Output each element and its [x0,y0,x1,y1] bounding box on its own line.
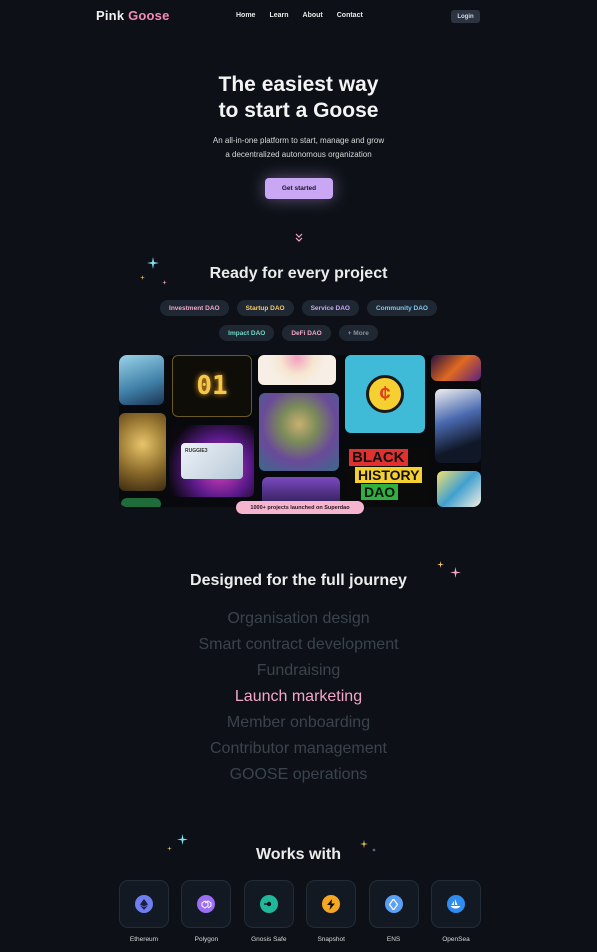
top-nav: Pink Goose Home Learn About Contact Logi… [0,0,597,32]
hero-subtitle: An all-in-one platform to start, manage … [0,134,597,162]
project-gallery: 01 RUGGIE3 ¢ BLACK HISTORY DAO [119,355,481,507]
integration-polygon[interactable]: Polygon [181,880,232,943]
journey-item[interactable]: Member onboarding [0,710,597,736]
gallery-tile-skull-art [435,389,481,463]
ens-icon [384,895,403,913]
sparkle-icon [437,561,444,568]
integration-snapshot[interactable]: Snapshot [306,880,357,943]
tag-more[interactable]: + More [338,325,378,341]
integration-label: ENS [386,936,401,943]
hero-subtitle-line1: An all-in-one platform to start, manage … [212,136,385,145]
integrations-row: Ethereum Polygon Gnosis Safe Snapshot EN… [119,880,481,943]
gallery-tile-cent-coin: ¢ [345,355,425,433]
integration-label: Ethereum [129,936,159,943]
project-tags-row1: Investment DAO Startup DAO Service DAO C… [0,300,597,316]
gallery-tile-psychedelic-goat [259,393,339,471]
journey-item[interactable]: Organisation design [0,606,597,632]
gallery-tile-01-neon: 01 [172,355,252,417]
sparkle-icon [177,834,188,845]
gallery-tile-mandala [258,355,336,385]
integration-ens[interactable]: ENS [368,880,419,943]
gallery-tile-swirl [437,471,481,507]
integration-card[interactable] [119,880,169,928]
gallery-01-text: 01 [196,371,228,401]
integration-gnosis-safe[interactable]: Gnosis Safe [243,880,294,943]
works-with-title: Works with [255,846,342,863]
gallery-tile-blue-statue [119,355,164,405]
logo-text-pink: Pink [96,8,125,23]
projects-launched-badge: 1000+ projects launched on Superdao [236,501,364,514]
tag-defi-dao[interactable]: DeFi DAO [282,325,331,341]
tag-startup-dao[interactable]: Startup DAO [236,300,294,316]
integration-label: Gnosis Safe [251,936,287,943]
hero-title-line1: The easiest way [218,73,379,96]
chevron-down-icon[interactable] [294,232,304,244]
polygon-icon [197,895,216,913]
gallery-dao-text: DAO [361,484,399,500]
ethereum-icon [135,895,153,913]
hero-subtitle-line2: a decentralized autonomous organization [225,150,372,159]
gallery-tile-golden-figure [119,413,166,491]
gallery-history-text: HISTORY [355,467,423,483]
projects-title: Ready for every project [209,265,388,282]
opensea-icon [446,895,465,913]
hero-title: The easiest way to start a Goose [0,72,597,124]
gallery-credit-card: RUGGIE3 [181,443,243,479]
gallery-black-text: BLACK [349,449,408,466]
journey-title: Designed for the full journey [190,572,407,589]
integration-card[interactable] [243,880,294,928]
nav-link-about[interactable]: About [303,12,323,19]
login-button[interactable]: Login [451,10,480,23]
nav-link-contact[interactable]: Contact [337,12,363,19]
integration-card[interactable] [430,880,481,928]
get-started-button[interactable]: Get started [265,178,333,199]
nav-link-learn[interactable]: Learn [269,12,288,19]
integration-label: Polygon [194,936,219,943]
nav-links: Home Learn About Contact [236,12,363,19]
tag-community-dao[interactable]: Community DAO [366,300,437,316]
hero-title-line2: to start a Goose [218,99,379,122]
gallery-card-text: RUGGIE3 [185,448,208,454]
journey-list: Organisation design Smart contract devel… [0,606,597,788]
gallery-tile-orange-neon [431,355,481,381]
project-tags-row2: Impact DAO DeFi DAO + More [0,325,597,341]
tag-investment-dao[interactable]: Investment DAO [160,300,229,316]
integration-ethereum[interactable]: Ethereum [119,880,169,943]
gallery-tile-green [121,498,161,507]
gallery-tile-black-history-dao: BLACK HISTORY DAO [345,447,431,507]
integration-label: Snapshot [317,936,345,943]
journey-item[interactable]: Smart contract development [0,632,597,658]
logo[interactable]: Pink Goose [96,8,170,23]
integration-opensea[interactable]: OpenSea [430,880,481,943]
gnosis-safe-icon [259,895,278,913]
integration-card[interactable] [181,880,232,928]
snapshot-icon [322,895,341,913]
journey-item[interactable]: Fundraising [0,658,597,684]
gallery-tile-neon-card: RUGGIE3 [169,425,254,497]
nav-link-home[interactable]: Home [236,12,255,19]
tag-impact-dao[interactable]: Impact DAO [219,325,275,341]
journey-item-active[interactable]: Launch marketing [0,684,597,710]
cent-coin-icon: ¢ [366,375,404,413]
logo-text-goose: Goose [128,8,170,23]
integration-card[interactable] [306,880,357,928]
tag-service-dao[interactable]: Service DAO [301,300,359,316]
integration-card[interactable] [368,880,419,928]
integration-label: OpenSea [442,936,470,943]
journey-item[interactable]: Contributor management [0,736,597,762]
journey-item[interactable]: GOOSE operations [0,762,597,788]
